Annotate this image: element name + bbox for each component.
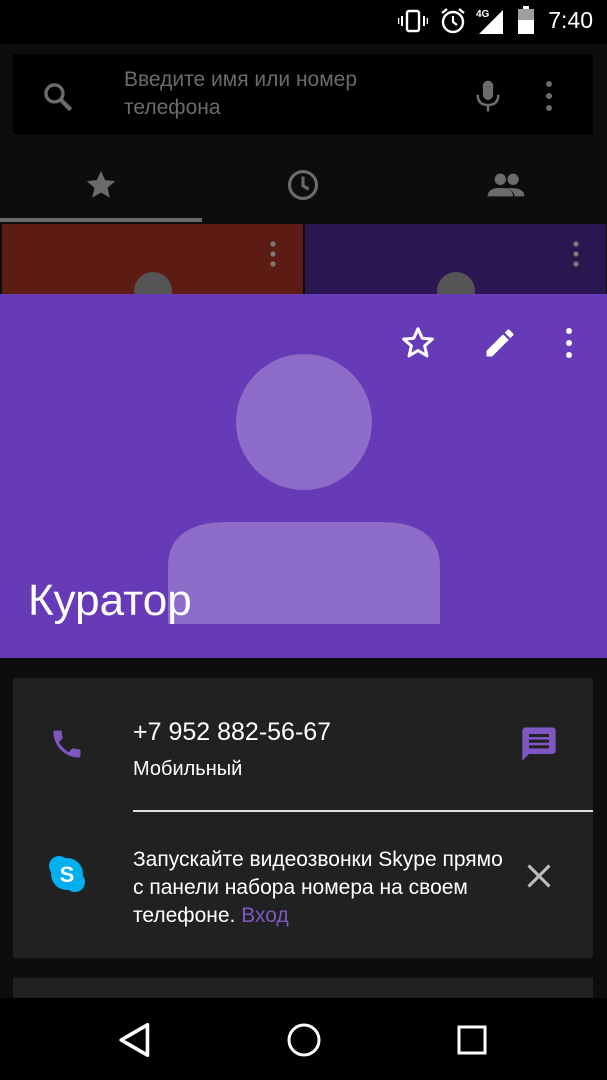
skype-promo-text: Запускайте видеозвонки Skype прямо с пан… <box>133 846 503 930</box>
divider <box>133 810 593 812</box>
tab-recents[interactable] <box>286 168 320 202</box>
mic-icon[interactable] <box>472 78 504 114</box>
skype-sign-in-link[interactable]: Вход <box>241 904 289 927</box>
star-outline-icon[interactable] <box>400 325 436 361</box>
more-vert-icon[interactable] <box>541 78 557 114</box>
contact-placeholder-avatar <box>168 354 440 624</box>
favorite-tile[interactable] <box>2 224 303 310</box>
message-icon[interactable] <box>519 724 559 764</box>
more-vert-icon[interactable] <box>268 240 278 270</box>
favorite-tile[interactable] <box>305 224 606 310</box>
more-vert-icon[interactable] <box>571 240 581 270</box>
close-icon[interactable] <box>525 862 553 890</box>
more-vert-icon[interactable] <box>562 325 576 361</box>
skype-icon: S <box>49 856 85 892</box>
status-bar: 4G 7:40 <box>0 0 607 44</box>
phone-number[interactable]: +7 952 882-56-67 <box>133 718 331 747</box>
home-icon[interactable] <box>286 1022 322 1058</box>
edit-icon[interactable] <box>482 325 518 361</box>
skype-promo-message: Запускайте видеозвонки Skype прямо с пан… <box>133 848 503 927</box>
contact-name: Куратор <box>28 576 192 625</box>
navigation-bar <box>0 998 607 1080</box>
search-input[interactable]: Введите имя или номер телефона <box>124 66 414 122</box>
phone-type-label: Мобильный <box>133 758 243 780</box>
tab-contacts[interactable] <box>486 168 526 202</box>
search-icon[interactable] <box>41 80 75 114</box>
vibrate-icon <box>398 9 428 33</box>
back-icon[interactable] <box>118 1022 152 1058</box>
contact-detail-card: +7 952 882-56-67 Мобильный S Запускайте … <box>13 678 593 958</box>
signal-icon <box>479 10 503 34</box>
recents-icon[interactable] <box>457 1025 487 1055</box>
battery-icon <box>518 6 534 34</box>
tab-indicator <box>0 218 202 222</box>
tab-favorites[interactable] <box>84 168 118 202</box>
contact-header: Куратор <box>0 294 607 658</box>
phone-icon[interactable] <box>49 726 85 762</box>
tab-bar <box>0 156 607 222</box>
alarm-icon <box>441 8 465 34</box>
clock: 7:40 <box>548 7 593 33</box>
svg-text:S: S <box>60 862 75 887</box>
search-bar[interactable]: Введите имя или номер телефона <box>13 54 593 134</box>
